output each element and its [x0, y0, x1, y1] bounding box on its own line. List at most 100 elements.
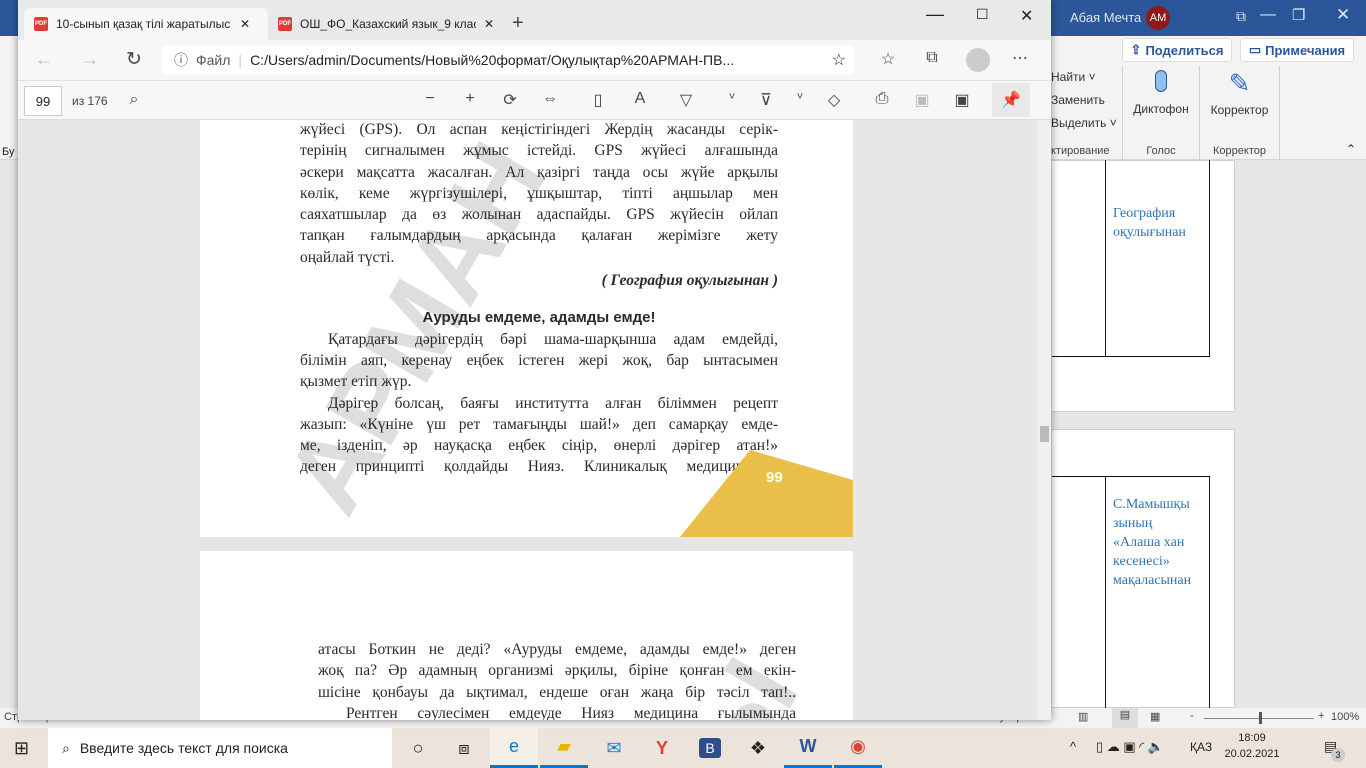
pdf-viewer: АРМАН жүйесі (GPS). Ол аспан кеңістігінд…: [18, 120, 1051, 720]
zoom-in-icon[interactable]: +: [458, 90, 482, 108]
pdf-page: Ы атасы Боткин не деді? «Ауруды емдеме, …: [200, 551, 853, 720]
word-taskbar-icon[interactable]: W: [784, 728, 832, 768]
comments-label: Примечания: [1265, 42, 1346, 58]
close-tab-icon[interactable]: ✕: [484, 17, 494, 31]
address-bar-row: ← → ↻ ⓘ Файл | C:/Users/admin/Documents/…: [18, 40, 1051, 80]
highlight-icon[interactable]: ⊽: [754, 90, 778, 110]
restore-icon[interactable]: ❐: [1292, 6, 1305, 24]
file-explorer-icon[interactable]: ▰: [540, 728, 588, 768]
text-line: жазып: «Күніне үш рет тамағыңды шай!» де…: [300, 415, 778, 433]
share-icon: ⇪: [1130, 42, 1142, 57]
chrome-icon[interactable]: ◉: [834, 728, 882, 768]
forward-icon[interactable]: →: [78, 49, 102, 70]
windows-start-icon[interactable]: ⊞: [14, 738, 29, 759]
rotate-icon[interactable]: ⟳: [498, 90, 522, 110]
refresh-icon[interactable]: ↻: [122, 48, 146, 71]
chevron-down-icon[interactable]: ˅: [720, 91, 744, 103]
read-aloud-icon[interactable]: A: [628, 90, 652, 108]
page-number-input[interactable]: 99: [24, 86, 62, 116]
print-icon[interactable]: ⎙: [870, 90, 894, 108]
page-total: из 176: [72, 94, 108, 108]
ribbon-display-icon[interactable]: ⧉: [1236, 8, 1246, 25]
draw-icon[interactable]: ▽: [674, 90, 698, 110]
clock[interactable]: 18:09 20.02.2021: [1222, 732, 1282, 760]
editing-group-label: ктирование: [1051, 145, 1110, 157]
page-view-icon[interactable]: ▯: [586, 90, 610, 110]
cell-text: мақаласынан: [1113, 573, 1192, 588]
edge-taskbar-icon[interactable]: e: [490, 728, 538, 768]
voice-group-label: Голос: [1146, 145, 1176, 157]
web-layout-icon[interactable]: ▦: [1150, 710, 1160, 723]
read-mode-icon[interactable]: ▥: [1078, 710, 1088, 723]
mail-icon[interactable]: ✉: [590, 728, 638, 768]
pdf-icon: PDF: [34, 17, 48, 31]
scrollbar[interactable]: [1037, 120, 1051, 720]
share-label: Поделиться: [1145, 42, 1224, 58]
avatar[interactable]: АМ: [1146, 6, 1170, 30]
tab-pdf-1[interactable]: PDF 10-сынып қазақ тілі жаратылыс ✕: [24, 8, 268, 40]
favorites-icon[interactable]: ☆: [876, 49, 900, 69]
minimize-icon[interactable]: —: [1260, 6, 1276, 24]
pdf-icon: PDF: [278, 17, 292, 31]
tab-title: ОШ_ФО_Казахский язык_9 клас: [300, 17, 476, 31]
cell-text: оқулығынан: [1113, 225, 1186, 240]
print-layout-icon[interactable]: ▤: [1112, 708, 1138, 728]
editor-button[interactable]: ✎ Корректор Корректор: [1200, 66, 1280, 160]
back-icon[interactable]: ←: [32, 49, 56, 70]
address-scheme: Файл: [196, 52, 231, 68]
close-tab-icon[interactable]: ✕: [240, 17, 250, 31]
comment-icon: ▭: [1248, 42, 1262, 57]
chevron-down-icon[interactable]: ˅: [788, 91, 812, 103]
save-as-icon[interactable]: ▣: [950, 90, 974, 110]
search-icon[interactable]: ⌕: [122, 91, 146, 109]
text-line: көлік, кеме жүргізушілері, ұшқыштар, тіп…: [300, 184, 778, 202]
zoom-in-button[interactable]: +: [1318, 710, 1324, 722]
find-button[interactable]: Найти ˅: [1051, 70, 1122, 84]
close-icon[interactable]: ✕: [1336, 5, 1350, 25]
minimize-icon[interactable]: —: [926, 4, 944, 25]
zoom-out-button[interactable]: -: [1190, 710, 1194, 722]
dropbox-icon[interactable]: ❖: [734, 728, 782, 768]
collapse-ribbon-icon[interactable]: ⌃: [1346, 142, 1356, 156]
fit-width-icon[interactable]: ⇔: [538, 90, 562, 108]
new-tab-icon[interactable]: +: [512, 12, 524, 35]
eraser-icon[interactable]: ◇: [822, 90, 846, 110]
language-indicator[interactable]: ҚАЗ: [1190, 740, 1212, 754]
zoom-level: 100%: [1331, 711, 1360, 723]
dictate-label: Диктофон: [1133, 102, 1189, 116]
tray-icons[interactable]: ▯ ☁ ▣ ◜ 🔈: [1096, 739, 1164, 755]
b-app-icon[interactable]: B: [686, 728, 734, 768]
add-favorite-icon[interactable]: ☆: [831, 50, 846, 70]
text-line: шісіне қонбауы да ықтимал, ендеше оған ж…: [318, 683, 796, 701]
dictate-button[interactable]: Диктофон Голос: [1123, 66, 1200, 160]
yandex-icon[interactable]: Y: [638, 728, 686, 768]
cell-text: География: [1113, 206, 1176, 221]
address-input[interactable]: ⓘ Файл | C:/Users/admin/Documents/Новый%…: [162, 45, 854, 75]
show-hidden-icons[interactable]: ^: [1070, 739, 1076, 754]
scrollbar-thumb[interactable]: [1040, 426, 1049, 442]
maximize-icon[interactable]: ☐: [976, 6, 989, 23]
select-button[interactable]: Выделить ˅: [1051, 116, 1122, 130]
task-view-icon[interactable]: ⧈: [440, 728, 488, 768]
replace-button[interactable]: Заменить: [1051, 93, 1122, 107]
close-window-icon[interactable]: ✕: [1020, 6, 1033, 26]
collections-icon[interactable]: ⧉: [920, 49, 944, 67]
zoom-slider-thumb[interactable]: [1259, 712, 1262, 724]
share-button[interactable]: ⇪ Поделиться: [1122, 38, 1232, 62]
source-citation: ( География оқулығынан ): [601, 272, 778, 290]
cell-text: зының: [1113, 516, 1153, 531]
cortana-icon[interactable]: ○: [394, 728, 442, 768]
taskbar-search[interactable]: ⌕ Введите здесь текст для поиска: [48, 728, 392, 768]
text-line: оңайлай түсті.: [300, 248, 395, 266]
table-cell: С.Мамышқы зының «Алаша хан кесенесі» мақалас…: [1105, 476, 1210, 716]
section-heading: Ауруды емдеме, адамды емде!: [422, 309, 656, 327]
save-icon: ▣: [914, 92, 930, 109]
select-label: Выделить: [1051, 116, 1107, 130]
comments-button[interactable]: ▭ Примечания: [1240, 38, 1354, 62]
profile-icon[interactable]: [966, 48, 990, 72]
pdf-page: АРМАН жүйесі (GPS). Ол аспан кеңістігінд…: [200, 120, 853, 537]
tab-pdf-2[interactable]: PDF ОШ_ФО_Казахский язык_9 клас ✕: [268, 8, 508, 40]
zoom-out-icon[interactable]: −: [418, 90, 442, 108]
pin-toolbar-icon[interactable]: 📌: [992, 83, 1030, 117]
more-icon[interactable]: ⋯: [1008, 48, 1032, 68]
